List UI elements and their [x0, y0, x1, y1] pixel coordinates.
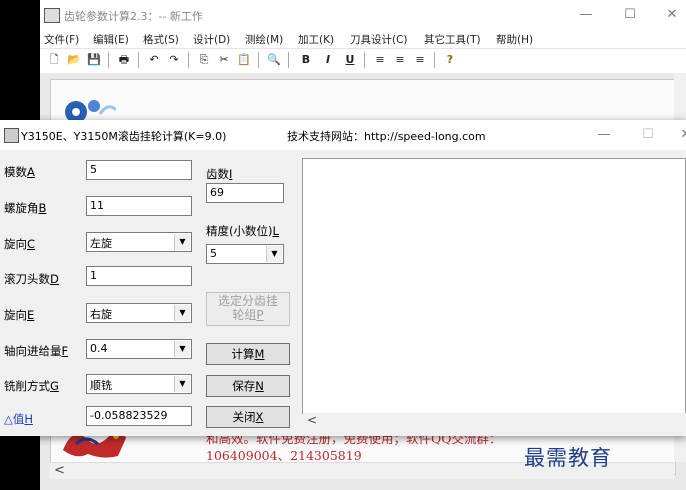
watermark: 最需教育	[524, 446, 612, 470]
bold-icon[interactable]: B	[298, 52, 314, 68]
italic-icon[interactable]: I	[320, 52, 336, 68]
scroll-left-icon[interactable]: <	[54, 463, 65, 478]
rotation-direction-value: 左旋	[90, 237, 112, 250]
delta-value-field[interactable]: -0.058823529	[86, 406, 192, 426]
module-input[interactable]: 5	[86, 160, 192, 180]
chevron-down-icon[interactable]: ▼	[174, 376, 190, 392]
menu-file[interactable]: 文件(F)	[44, 32, 79, 47]
results-textarea[interactable]	[302, 158, 686, 414]
save-icon[interactable]: 💾	[86, 52, 102, 68]
chevron-down-icon[interactable]: ▼	[174, 305, 190, 321]
menu-format[interactable]: 格式(S)	[143, 32, 179, 47]
chevron-down-icon[interactable]: ▼	[266, 246, 282, 262]
print-icon[interactable]: 🖶	[116, 52, 132, 68]
menu-survey[interactable]: 测绘(M)	[245, 32, 283, 47]
align-right-icon[interactable]: ≡	[412, 52, 428, 68]
undo-icon[interactable]: ↶	[146, 52, 162, 68]
new-icon[interactable]: 🗋	[46, 52, 62, 68]
hob-rotation-value: 右旋	[90, 308, 112, 321]
toolbar-separator	[258, 52, 259, 68]
helix-angle-input[interactable]: 11	[86, 196, 192, 216]
minimize-button[interactable]: —	[576, 6, 596, 24]
underline-icon[interactable]: U	[342, 52, 358, 68]
main-title-bar: 齿轮参数计算2.3：-- 新工作 — ☐ ✕	[40, 0, 686, 30]
dialog-minimize-button[interactable]: —	[594, 126, 614, 144]
results-horizontal-scrollbar[interactable]: <	[303, 413, 686, 429]
toolbar-separator	[364, 52, 365, 68]
toolbar-separator	[188, 52, 189, 68]
save-button[interactable]: 保存N	[206, 375, 290, 397]
redo-icon[interactable]: ↷	[166, 52, 182, 68]
close-dialog-button[interactable]: 关闭X	[206, 406, 290, 428]
rotation-direction-label: 旋向C	[4, 237, 36, 251]
axial-feed-label: 轴向进给量F	[4, 344, 69, 358]
dialog-title: Y3150E、Y3150M滚齿挂轮计算(K=9.0)	[21, 130, 227, 143]
helix-angle-label: 螺旋角B	[4, 201, 47, 215]
toolbar-separator	[138, 52, 139, 68]
menu-machining[interactable]: 加工(K)	[298, 32, 334, 47]
main-window-title: 齿轮参数计算2.3：-- 新工作	[64, 10, 203, 23]
axial-feed-select[interactable]: 0.4 ▼	[86, 339, 192, 359]
align-center-icon[interactable]: ≡	[392, 52, 408, 68]
menu-design[interactable]: 设计(D)	[193, 32, 230, 47]
toolbar: 🗋 📂 💾 🖶 ↶ ↷ ⎘ ✂ 📋 🔍 B I U ≡ ≡ ≡ ?	[40, 48, 686, 74]
find-icon[interactable]: 🔍	[266, 52, 282, 68]
maximize-button[interactable]: ☐	[620, 6, 640, 24]
dialog-title-bar: Y3150E、Y3150M滚齿挂轮计算(K=9.0) 技术支持网站：http:/…	[0, 120, 686, 150]
calculate-button[interactable]: 计算M	[206, 343, 290, 365]
toolbar-separator	[108, 52, 109, 68]
milling-method-value: 顺铣	[90, 379, 112, 392]
rotation-direction-select[interactable]: 左旋 ▼	[86, 232, 192, 252]
app-icon	[44, 8, 60, 23]
teeth-count-input[interactable]: 69	[206, 183, 284, 203]
dialog-app-icon	[4, 128, 19, 143]
help-icon[interactable]: ?	[442, 52, 458, 68]
align-left-icon[interactable]: ≡	[372, 52, 388, 68]
toolbar-separator	[288, 52, 289, 68]
hob-starts-input[interactable]: 1	[86, 266, 192, 286]
milling-method-select[interactable]: 顺铣 ▼	[86, 374, 192, 394]
open-icon[interactable]: 📂	[66, 52, 82, 68]
close-button[interactable]: ✕	[662, 6, 682, 24]
menu-bar: 文件(F) 编辑(E) 格式(S) 设计(D) 测绘(M) 加工(K) 刀具设计…	[40, 30, 686, 48]
hob-rotation-label: 旋向E	[4, 308, 35, 322]
toolbar-separator	[434, 52, 435, 68]
delta-label: △值H	[4, 412, 34, 426]
cut-icon[interactable]: ✂	[216, 52, 232, 68]
menu-tool-design[interactable]: 刀具设计(C)	[350, 32, 408, 47]
scroll-left-icon[interactable]: <	[307, 413, 317, 427]
dialog-close-button[interactable]: ✕	[676, 126, 686, 144]
teeth-count-label: 齿数I	[206, 167, 233, 181]
dialog-maximize-button[interactable]: ☐	[638, 126, 658, 144]
hobbing-gear-calc-dialog: Y3150E、Y3150M滚齿挂轮计算(K=9.0) 技术支持网站：http:/…	[0, 120, 686, 436]
support-site-label: 技术支持网站：http://speed-long.com	[287, 130, 486, 143]
menu-edit[interactable]: 编辑(E)	[93, 32, 129, 47]
milling-method-label: 铣削方式G	[4, 379, 59, 393]
module-label: 模数A	[4, 165, 35, 179]
menu-help[interactable]: 帮助(H)	[496, 32, 533, 47]
hob-starts-label: 滚刀头数D	[4, 272, 59, 286]
precision-value: 5	[210, 247, 217, 260]
menu-other-tools[interactable]: 其它工具(T)	[424, 32, 481, 47]
select-gear-set-line2: 轮组P	[232, 308, 264, 322]
copy-icon[interactable]: ⎘	[196, 52, 212, 68]
paste-icon[interactable]: 📋	[236, 52, 252, 68]
select-gear-set-line1: 选定分齿挂	[217, 294, 278, 308]
chevron-down-icon[interactable]: ▼	[174, 341, 190, 357]
select-gear-set-button[interactable]: 选定分齿挂 轮组P	[206, 292, 290, 326]
chevron-down-icon[interactable]: ▼	[174, 234, 190, 250]
axial-feed-value: 0.4	[90, 342, 108, 355]
precision-select[interactable]: 5 ▼	[206, 244, 284, 264]
precision-label: 精度(小数位)L	[206, 224, 279, 238]
hob-rotation-select[interactable]: 右旋 ▼	[86, 303, 192, 323]
